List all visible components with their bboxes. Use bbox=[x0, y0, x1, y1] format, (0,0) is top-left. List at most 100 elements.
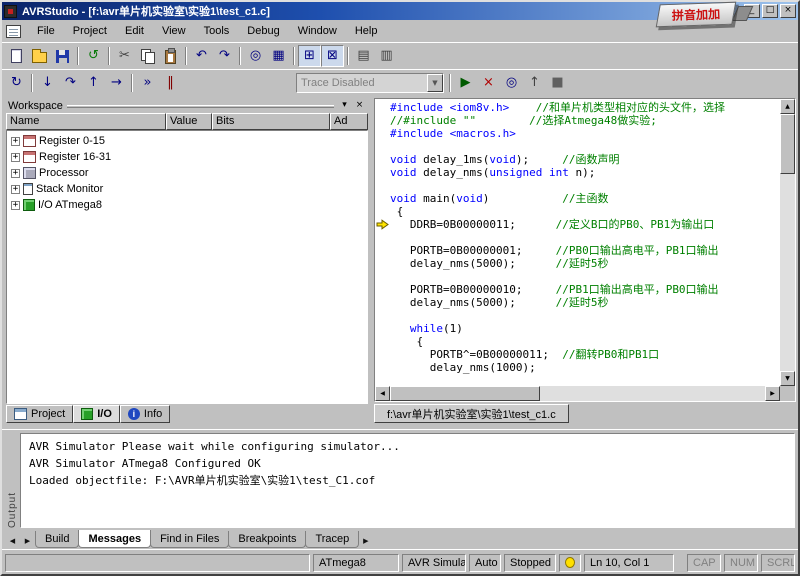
editor-margin[interactable] bbox=[375, 283, 390, 296]
workspace-menu-button[interactable]: ▾ bbox=[338, 100, 351, 112]
column-header-value[interactable]: Value bbox=[166, 113, 212, 130]
code-line[interactable]: delay_nms(1000); bbox=[390, 361, 780, 374]
step-into-button[interactable]: ↓ bbox=[36, 72, 59, 94]
menu-item-debug[interactable]: Debug bbox=[238, 22, 288, 40]
watch-window-button[interactable]: ⊞ bbox=[298, 45, 321, 67]
editor-margin[interactable] bbox=[375, 140, 390, 153]
step-over-button[interactable]: ↷ bbox=[59, 72, 82, 94]
output-tab-breakpoints[interactable]: Breakpoints bbox=[228, 531, 306, 548]
editor-margin[interactable] bbox=[375, 231, 390, 244]
code-line[interactable]: void delay_1ms(void); //函数声明 bbox=[390, 153, 780, 166]
tree-expander-icon[interactable]: + bbox=[11, 137, 20, 146]
column-header-bits[interactable]: Bits bbox=[212, 113, 330, 130]
editor-margin[interactable] bbox=[375, 153, 390, 166]
output-tab-scroll-left-button[interactable]: ◀ bbox=[5, 533, 20, 548]
ime-widget[interactable]: 拼音加加 bbox=[656, 2, 737, 28]
workspace-tab-info[interactable]: iInfo bbox=[120, 405, 170, 423]
editor-margin[interactable] bbox=[375, 361, 390, 374]
clear-breakpoints-button[interactable]: × bbox=[477, 72, 500, 94]
code-line[interactable] bbox=[390, 179, 780, 192]
editor-margin[interactable] bbox=[375, 166, 390, 179]
code-line[interactable]: PORTB=0B00000001; //PB0口输出高电平，PB1口输出 bbox=[390, 244, 780, 257]
autostep-button[interactable]: » bbox=[136, 72, 159, 94]
code-line[interactable]: PORTB=0B00000010; //PB1口输出高电平，PB0口输出 bbox=[390, 283, 780, 296]
output-tab-messages[interactable]: Messages bbox=[78, 530, 151, 548]
step-out-button[interactable]: ↑ bbox=[82, 72, 105, 94]
code-line[interactable]: #include <macros.h> bbox=[390, 127, 780, 140]
editor-margin[interactable] bbox=[375, 179, 390, 192]
vertical-scroll-thumb[interactable] bbox=[780, 114, 795, 174]
reset-button[interactable]: ↻ bbox=[5, 72, 28, 94]
redo-button[interactable]: ↷ bbox=[213, 45, 236, 67]
save-file-button[interactable] bbox=[51, 45, 74, 67]
maximize-button[interactable]: □ bbox=[762, 4, 778, 18]
editor-margin[interactable] bbox=[375, 244, 390, 257]
editor-margin[interactable] bbox=[375, 127, 390, 140]
menu-item-help[interactable]: Help bbox=[346, 22, 387, 40]
editor-margin[interactable] bbox=[375, 205, 390, 218]
menu-item-file[interactable]: File bbox=[28, 22, 64, 40]
menu-item-window[interactable]: Window bbox=[289, 22, 346, 40]
workspace-tab-project[interactable]: Project bbox=[6, 405, 73, 423]
file-tab[interactable]: f:\avr单片机实验室\实验1\test_c1.c bbox=[374, 404, 569, 423]
horizontal-scroll-track[interactable] bbox=[540, 386, 765, 401]
break-button[interactable]: ‖ bbox=[159, 72, 182, 94]
editor-margin[interactable] bbox=[375, 114, 390, 127]
code-line[interactable] bbox=[390, 309, 780, 322]
code-line[interactable]: while(1) bbox=[390, 322, 780, 335]
workspace-close-button[interactable]: × bbox=[353, 100, 366, 112]
editor-margin[interactable] bbox=[375, 296, 390, 309]
scroll-left-button[interactable]: ◀ bbox=[375, 386, 390, 401]
editor-margin[interactable] bbox=[375, 335, 390, 348]
code-line[interactable]: void delay_nms(unsigned int n); bbox=[390, 166, 780, 179]
quickwatch-button[interactable]: ◎ bbox=[500, 72, 523, 94]
editor-margin[interactable] bbox=[375, 218, 390, 231]
editor-margin[interactable] bbox=[375, 101, 390, 114]
show-next-statement-button[interactable]: ↑ bbox=[523, 72, 546, 94]
close-button[interactable]: × bbox=[780, 4, 796, 18]
find-button[interactable]: ◎ bbox=[244, 45, 267, 67]
code-line[interactable]: delay_nms(5000); //延时5秒 bbox=[390, 257, 780, 270]
editor-margin[interactable] bbox=[375, 192, 390, 205]
workspace-gripper[interactable] bbox=[67, 105, 334, 108]
tile-windows-button[interactable]: ▥ bbox=[375, 45, 398, 67]
tree-expander-icon[interactable]: + bbox=[11, 201, 20, 210]
tree-item[interactable]: +I/O ATmega8 bbox=[7, 197, 367, 213]
code-line[interactable] bbox=[390, 140, 780, 153]
code-line[interactable]: //#include "" //选择Atmega48做实验; bbox=[390, 114, 780, 127]
horizontal-scroll-thumb[interactable] bbox=[390, 386, 540, 401]
editor-margin[interactable] bbox=[375, 322, 390, 335]
menu-item-tools[interactable]: Tools bbox=[195, 22, 239, 40]
tree-expander-icon[interactable]: + bbox=[11, 153, 20, 162]
code-line[interactable]: delay_nms(5000); //延时5秒 bbox=[390, 296, 780, 309]
run-button[interactable]: ▶ bbox=[454, 72, 477, 94]
trace-combobox[interactable]: Trace Disabled▼ bbox=[296, 73, 444, 93]
vertical-scrollbar[interactable]: ▲ ▼ bbox=[780, 99, 795, 386]
output-tab-tracep[interactable]: Tracep bbox=[305, 531, 359, 548]
menu-item-edit[interactable]: Edit bbox=[116, 22, 153, 40]
tree-item[interactable]: +Register 0-15 bbox=[7, 133, 367, 149]
editor-margin[interactable] bbox=[375, 257, 390, 270]
code-line[interactable] bbox=[390, 270, 780, 283]
code-editor[interactable]: #include <iom8v.h> //和单片机类型相对应的头文件，选择//#… bbox=[374, 98, 796, 402]
menu-item-project[interactable]: Project bbox=[64, 22, 116, 40]
tree-expander-icon[interactable]: + bbox=[11, 185, 20, 194]
tree-item[interactable]: +Processor bbox=[7, 165, 367, 181]
output-tab-scroll-more-button[interactable]: ▶ bbox=[358, 533, 373, 548]
new-file-button[interactable] bbox=[5, 45, 28, 67]
menu-item-view[interactable]: View bbox=[153, 22, 195, 40]
scroll-up-button[interactable]: ▲ bbox=[780, 99, 795, 114]
tree-item[interactable]: +Stack Monitor bbox=[7, 181, 367, 197]
code-line[interactable]: PORTB^=0B00000011; //翻转PB0和PB1口 bbox=[390, 348, 780, 361]
tree-item[interactable]: +Register 16-31 bbox=[7, 149, 367, 165]
open-file-button[interactable] bbox=[28, 45, 51, 67]
find-in-files-button[interactable]: ▦ bbox=[267, 45, 290, 67]
output-tab-build[interactable]: Build bbox=[35, 531, 79, 548]
horizontal-scrollbar[interactable]: ◀ ▶ bbox=[375, 386, 795, 401]
paste-button[interactable] bbox=[159, 45, 182, 67]
scroll-right-button[interactable]: ▶ bbox=[765, 386, 780, 401]
column-header-ad[interactable]: Ad bbox=[330, 113, 368, 130]
cascade-windows-button[interactable]: ▤ bbox=[352, 45, 375, 67]
copy-button[interactable] bbox=[136, 45, 159, 67]
editor-margin[interactable] bbox=[375, 309, 390, 322]
